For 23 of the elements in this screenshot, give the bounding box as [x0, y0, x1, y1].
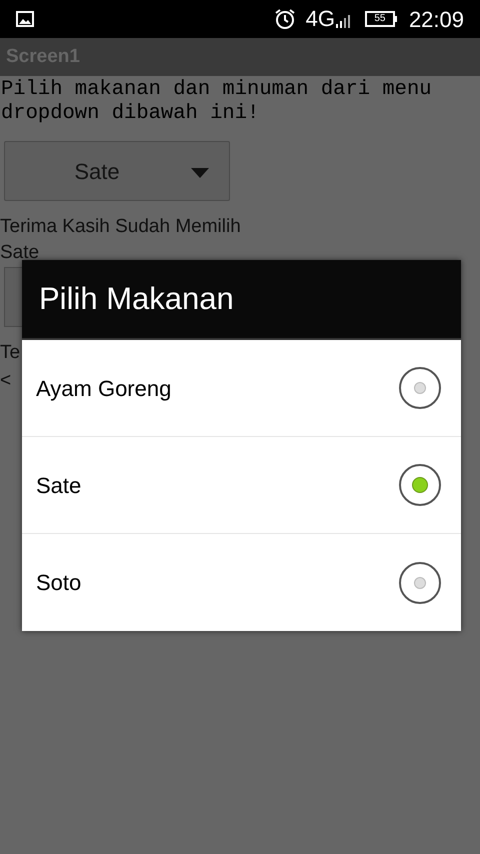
- option-row[interactable]: Soto: [22, 534, 461, 631]
- drink-label: Te: [0, 341, 20, 365]
- alarm-icon: [274, 8, 296, 30]
- option-row[interactable]: Sate: [22, 437, 461, 534]
- clock: 22:09: [408, 6, 464, 34]
- radio-button[interactable]: [399, 464, 441, 506]
- option-label: Ayam Goreng: [36, 374, 172, 403]
- signal-icon: [334, 14, 351, 28]
- network-label: 4G: [306, 8, 335, 30]
- instruction-text: Pilih makanan dan minuman dari menu dropdown dibawah ini!: [0, 77, 433, 126]
- option-label: Sate: [36, 472, 82, 500]
- radio-button[interactable]: [399, 562, 441, 604]
- drink-result: <: [0, 369, 12, 393]
- option-label: Soto: [36, 569, 82, 597]
- button-edge: [4, 267, 22, 327]
- option-row[interactable]: Ayam Goreng: [22, 340, 461, 437]
- food-result: Sate: [0, 241, 40, 265]
- image-icon: [16, 11, 34, 27]
- caret-icon: [191, 168, 209, 178]
- battery-icon: 55: [364, 11, 397, 27]
- thanks-text: Terima Kasih Sudah Memilih: [0, 215, 241, 239]
- dialog-title: Pilih Makanan: [39, 280, 234, 318]
- radio-button[interactable]: [399, 367, 441, 409]
